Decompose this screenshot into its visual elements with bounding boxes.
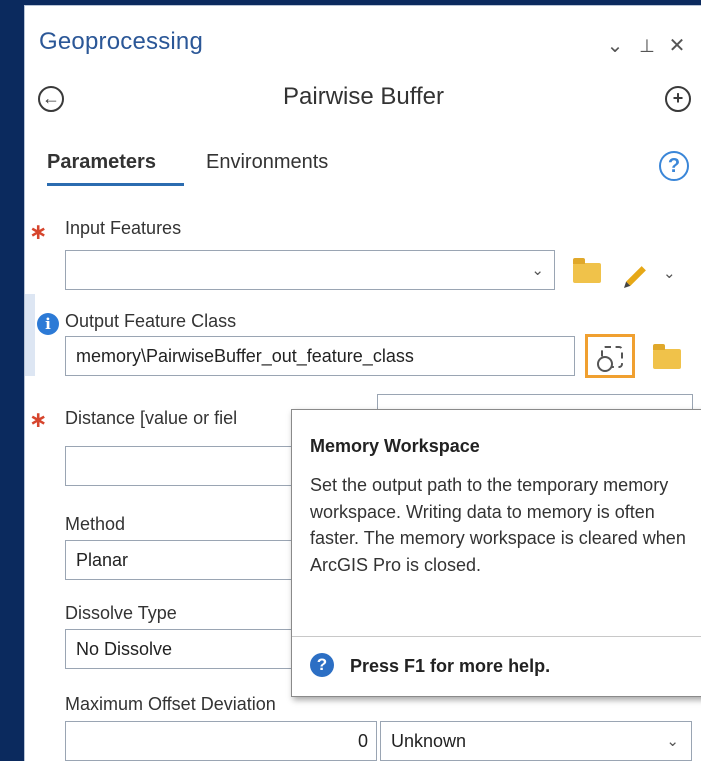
max-offset-unit-select[interactable]: Unknown ⌄	[380, 721, 692, 761]
help-icon[interactable]: ?	[659, 151, 689, 181]
tooltip-help-text: Press F1 for more help.	[350, 656, 551, 676]
dissolve-type-value: No Dissolve	[76, 639, 173, 659]
output-folder-icon[interactable]	[653, 344, 681, 369]
dissolve-type-label: Dissolve Type	[65, 603, 177, 623]
output-feature-class-label: Output Feature Class	[65, 311, 237, 331]
tool-name: Pairwise Buffer	[283, 83, 444, 110]
folder-icon[interactable]	[573, 258, 601, 283]
method-value: Planar	[76, 550, 129, 570]
chevron-down-icon[interactable]: ⌄	[531, 261, 544, 279]
max-offset-unit-value: Unknown	[391, 731, 467, 751]
dissolve-type-select[interactable]: No Dissolve	[65, 629, 301, 669]
info-icon[interactable]: i	[37, 313, 59, 335]
memory-workspace-button[interactable]	[585, 334, 635, 378]
max-offset-value: 0	[357, 731, 368, 751]
input-features-field[interactable]: ⌄	[65, 250, 555, 290]
distance-field[interactable]	[65, 446, 301, 486]
pin-icon[interactable]: ⊥	[633, 32, 661, 60]
active-tab-indicator	[47, 183, 184, 186]
pane-options-chevron-icon[interactable]: ⌄	[601, 32, 629, 60]
active-parameter-bar	[25, 294, 35, 376]
memory-workspace-icon	[597, 346, 623, 372]
tooltip-body: Set the output path to the temporary mem…	[310, 475, 686, 575]
output-feature-class-value: memory\PairwiseBuffer_out_feature_class	[76, 346, 414, 366]
pencil-icon[interactable]	[621, 263, 651, 289]
add-icon[interactable]: +	[665, 86, 691, 112]
distance-label: Distance [value or fiel	[65, 408, 238, 428]
max-offset-label: Maximum Offset Deviation	[65, 694, 276, 714]
output-feature-class-field[interactable]: memory\PairwiseBuffer_out_feature_class	[65, 336, 575, 376]
window-controls: ⌄ ⊥ ✕	[601, 32, 701, 62]
tab-parameters[interactable]: Parameters	[47, 151, 156, 174]
required-marker: ∗	[29, 407, 48, 432]
pane-title: Geoprocessing	[39, 28, 204, 55]
memory-workspace-tooltip: Memory Workspace Set the output path to …	[291, 409, 701, 697]
close-icon[interactable]: ✕	[663, 32, 691, 60]
tooltip-title: Memory Workspace	[310, 436, 480, 456]
max-offset-field[interactable]: 0	[65, 721, 377, 761]
required-marker: ∗	[29, 219, 48, 244]
input-features-label: Input Features	[65, 218, 182, 238]
geoprocessing-pane: Geoprocessing ⌄ ⊥ ✕ ← Pairwise Buffer + …	[24, 5, 701, 761]
chevron-down-icon[interactable]: ⌄	[666, 732, 679, 750]
help-icon: ?	[310, 653, 334, 677]
pencil-menu-chevron-icon[interactable]: ⌄	[663, 264, 676, 282]
distance-unit-field[interactable]	[377, 394, 693, 410]
tooltip-divider	[292, 636, 701, 637]
tab-environments[interactable]: Environments	[206, 151, 328, 174]
method-label: Method	[65, 514, 126, 534]
method-select[interactable]: Planar	[65, 540, 301, 580]
